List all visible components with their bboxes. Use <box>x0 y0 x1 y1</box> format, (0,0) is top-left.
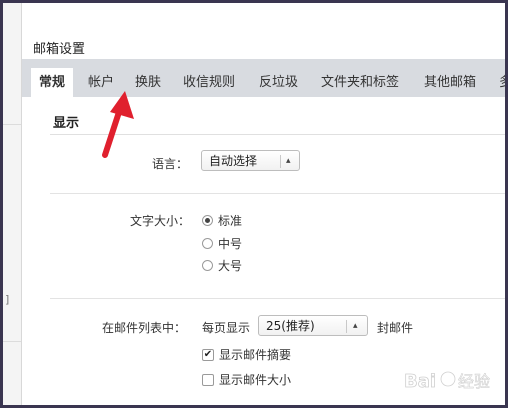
baidu-paw-logo: Bai 经验 <box>404 371 491 393</box>
settings-dialog: 邮箱设置 常规 帐户 换肤 收信规则 反垃圾 文件夹和标签 其他邮箱 多 显示 … <box>22 3 505 405</box>
tab-filter-rules[interactable]: 收信规则 <box>183 68 235 97</box>
show-size-checkbox[interactable]: 显示邮件大小 <box>202 371 291 387</box>
mail-list-label: 在邮件列表中： <box>102 321 187 335</box>
checkbox-label: 显示邮件大小 <box>219 373 292 387</box>
general-settings-panel: 显示 语言： 自动选择 ▴ 文字大小： 标准 中号 大号 在邮件列表中： 每页显… <box>22 97 505 405</box>
select-separator <box>280 155 281 168</box>
svg-text:Bai: Bai <box>404 371 436 392</box>
left-pane-bracket: ] <box>5 293 10 306</box>
radio-label: 标准 <box>218 214 243 228</box>
updown-caret-icon: ▴ <box>353 321 358 331</box>
tab-more[interactable]: 多 <box>499 68 505 97</box>
language-select[interactable]: 自动选择 ▴ <box>201 150 300 171</box>
radio-checked-icon <box>202 215 213 226</box>
font-size-option-large[interactable]: 大号 <box>202 257 242 273</box>
font-size-label: 文字大小： <box>130 214 191 228</box>
left-pane-divider <box>3 124 21 125</box>
font-size-option-medium[interactable]: 中号 <box>202 235 242 251</box>
checkbox-checked-icon: ✔ <box>202 348 214 361</box>
tab-other-mailbox[interactable]: 其他邮箱 <box>424 68 476 97</box>
language-label: 语言： <box>152 157 189 171</box>
per-page-select[interactable]: 25(推荐) ▴ <box>258 315 368 336</box>
left-pane-divider <box>3 341 21 342</box>
divider <box>50 193 505 194</box>
per-page-prefix: 每页显示 <box>202 321 251 335</box>
per-page-select-value: 25(推荐) <box>266 319 315 333</box>
radio-label: 大号 <box>218 259 243 273</box>
divider <box>50 298 505 299</box>
checkbox-unchecked-icon <box>202 373 214 386</box>
language-select-value: 自动选择 <box>209 154 258 168</box>
radio-unchecked-icon <box>202 260 213 271</box>
dialog-title: 邮箱设置 <box>33 42 86 57</box>
tab-general[interactable]: 常规 <box>31 68 74 97</box>
font-size-option-standard[interactable]: 标准 <box>202 212 242 228</box>
baidu-watermark: Bai 经验 <box>404 367 504 401</box>
tab-folders-labels[interactable]: 文件夹和标签 <box>321 68 399 97</box>
tab-anti-spam[interactable]: 反垃圾 <box>259 68 298 97</box>
background-left-pane: ] <box>3 3 22 405</box>
tab-bar: 常规 帐户 换肤 收信规则 反垃圾 文件夹和标签 其他邮箱 多 <box>22 59 505 97</box>
red-arrow-icon <box>102 91 134 158</box>
select-separator <box>346 320 347 333</box>
checkbox-label: 显示邮件摘要 <box>219 348 292 362</box>
radio-unchecked-icon <box>202 238 213 249</box>
per-page-suffix: 封邮件 <box>377 321 414 335</box>
show-summary-checkbox[interactable]: ✔ 显示邮件摘要 <box>202 346 291 362</box>
svg-text:经验: 经验 <box>458 372 490 391</box>
window: ] 邮箱设置 常规 帐户 换肤 收信规则 反垃圾 文件夹和标签 其他邮箱 多 显… <box>3 3 505 405</box>
section-title-display: 显示 <box>53 116 80 131</box>
updown-caret-icon: ▴ <box>286 156 291 166</box>
radio-label: 中号 <box>218 237 243 251</box>
